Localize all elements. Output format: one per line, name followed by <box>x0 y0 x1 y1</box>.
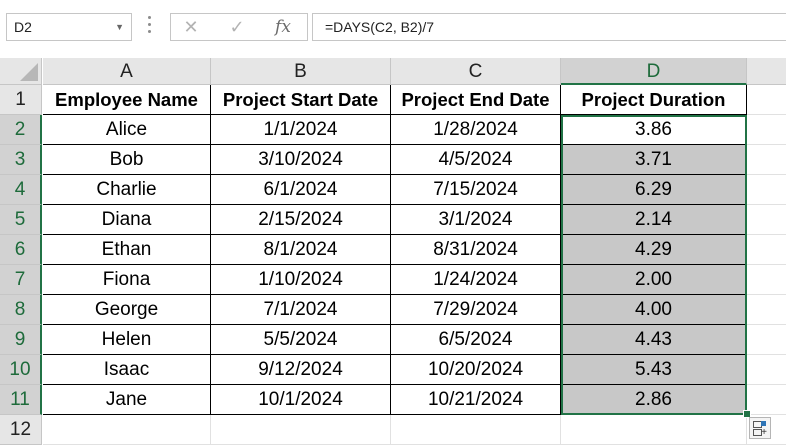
cell-c11[interactable]: 10/21/2024 <box>391 385 561 415</box>
cell-e3[interactable] <box>747 145 786 175</box>
cell-c8[interactable]: 7/29/2024 <box>391 295 561 325</box>
cell-b9[interactable]: 5/5/2024 <box>211 325 391 355</box>
row-header-3[interactable]: 3 <box>0 145 42 175</box>
row-header-5[interactable]: 5 <box>0 205 42 235</box>
row-header-10[interactable]: 10 <box>0 355 42 385</box>
cell-e8[interactable] <box>747 295 786 325</box>
cell-b5[interactable]: 2/15/2024 <box>211 205 391 235</box>
cell-d6[interactable]: 4.29 <box>561 235 747 265</box>
cell-e4[interactable] <box>747 175 786 205</box>
cell-e6[interactable] <box>747 235 786 265</box>
cell-b11[interactable]: 10/1/2024 <box>211 385 391 415</box>
select-all-button[interactable] <box>0 58 42 85</box>
cell-b3[interactable]: 3/10/2024 <box>211 145 391 175</box>
cancel-icon[interactable]: ✕ <box>177 14 205 40</box>
cell-a9[interactable]: Helen <box>43 325 211 355</box>
column-header-a[interactable]: A <box>43 58 211 85</box>
cell-e10[interactable] <box>747 355 786 385</box>
cell-e9[interactable] <box>747 325 786 355</box>
cell-d8[interactable]: 4.00 <box>561 295 747 325</box>
formula-bar-area: D2 ▼ ✕ ✓ fx =DAYS(C2, B2)/7 <box>0 0 786 56</box>
header-cell-d1[interactable]: Project Duration <box>561 85 747 115</box>
cell-b2[interactable]: 1/1/2024 <box>211 115 391 145</box>
cell-d7[interactable]: 2.00 <box>561 265 747 295</box>
cell-d10[interactable]: 5.43 <box>561 355 747 385</box>
cell-d9[interactable]: 4.43 <box>561 325 747 355</box>
cell-c7[interactable]: 1/24/2024 <box>391 265 561 295</box>
cell-d5[interactable]: 2.14 <box>561 205 747 235</box>
row-header-9[interactable]: 9 <box>0 325 42 355</box>
cell-a2[interactable]: Alice <box>43 115 211 145</box>
cell-a4[interactable]: Charlie <box>43 175 211 205</box>
name-box[interactable]: D2 ▼ <box>6 13 132 41</box>
cell-d4[interactable]: 6.29 <box>561 175 747 205</box>
row-header-8[interactable]: 8 <box>0 295 42 325</box>
drag-handle-icon[interactable] <box>148 16 152 36</box>
cell-c3[interactable]: 4/5/2024 <box>391 145 561 175</box>
cell-a10[interactable]: Isaac <box>43 355 211 385</box>
cell-c12[interactable] <box>391 415 561 445</box>
cell-d12[interactable] <box>561 415 747 445</box>
cell-b6[interactable]: 8/1/2024 <box>211 235 391 265</box>
cell-d2[interactable]: 3.86 <box>561 115 747 145</box>
cell-b10[interactable]: 9/12/2024 <box>211 355 391 385</box>
cell-e7[interactable] <box>747 265 786 295</box>
cell-a7[interactable]: Fiona <box>43 265 211 295</box>
cell-d3[interactable]: 3.71 <box>561 145 747 175</box>
row-header-1[interactable]: 1 <box>0 85 42 115</box>
quick-analysis-icon[interactable]: + <box>749 417 771 439</box>
cell-b7[interactable]: 1/10/2024 <box>211 265 391 295</box>
cell-e5[interactable] <box>747 205 786 235</box>
cell-c6[interactable]: 8/31/2024 <box>391 235 561 265</box>
cell-e2[interactable] <box>747 115 786 145</box>
cell-e1[interactable] <box>747 85 786 115</box>
formula-buttons: ✕ ✓ fx <box>170 13 308 41</box>
chevron-down-icon[interactable]: ▼ <box>115 14 124 40</box>
enter-icon[interactable]: ✓ <box>223 14 251 40</box>
row-header-4[interactable]: 4 <box>0 175 42 205</box>
row-header-11[interactable]: 11 <box>0 385 42 415</box>
formula-text: =DAYS(C2, B2)/7 <box>325 19 435 35</box>
cell-a11[interactable]: Jane <box>43 385 211 415</box>
cell-c5[interactable]: 3/1/2024 <box>391 205 561 235</box>
cell-b8[interactable]: 7/1/2024 <box>211 295 391 325</box>
cell-c4[interactable]: 7/15/2024 <box>391 175 561 205</box>
cell-c9[interactable]: 6/5/2024 <box>391 325 561 355</box>
cell-e11[interactable] <box>747 385 786 415</box>
cell-a5[interactable]: Diana <box>43 205 211 235</box>
cell-a12[interactable] <box>43 415 211 445</box>
cell-c2[interactable]: 1/28/2024 <box>391 115 561 145</box>
formula-input[interactable]: =DAYS(C2, B2)/7 <box>312 13 786 41</box>
name-box-value: D2 <box>14 19 32 35</box>
header-cell-b1[interactable]: Project Start Date <box>211 85 391 115</box>
cell-b4[interactable]: 6/1/2024 <box>211 175 391 205</box>
column-header-d[interactable]: D <box>561 58 747 85</box>
cell-c10[interactable]: 10/20/2024 <box>391 355 561 385</box>
cell-a3[interactable]: Bob <box>43 145 211 175</box>
cell-d11[interactable]: 2.86 <box>561 385 747 415</box>
row-header-2[interactable]: 2 <box>0 115 42 145</box>
column-header-c[interactable]: C <box>391 58 561 85</box>
row-header-7[interactable]: 7 <box>0 265 42 295</box>
header-cell-a1[interactable]: Employee Name <box>43 85 211 115</box>
header-cell-c1[interactable]: Project End Date <box>391 85 561 115</box>
column-header-e[interactable] <box>747 58 786 85</box>
cell-b12[interactable] <box>211 415 391 445</box>
row-header-12[interactable]: 12 <box>0 415 42 445</box>
insert-function-icon[interactable]: fx <box>269 14 297 40</box>
cell-a6[interactable]: Ethan <box>43 235 211 265</box>
column-header-b[interactable]: B <box>211 58 391 85</box>
cell-a8[interactable]: George <box>43 295 211 325</box>
row-header-6[interactable]: 6 <box>0 235 42 265</box>
